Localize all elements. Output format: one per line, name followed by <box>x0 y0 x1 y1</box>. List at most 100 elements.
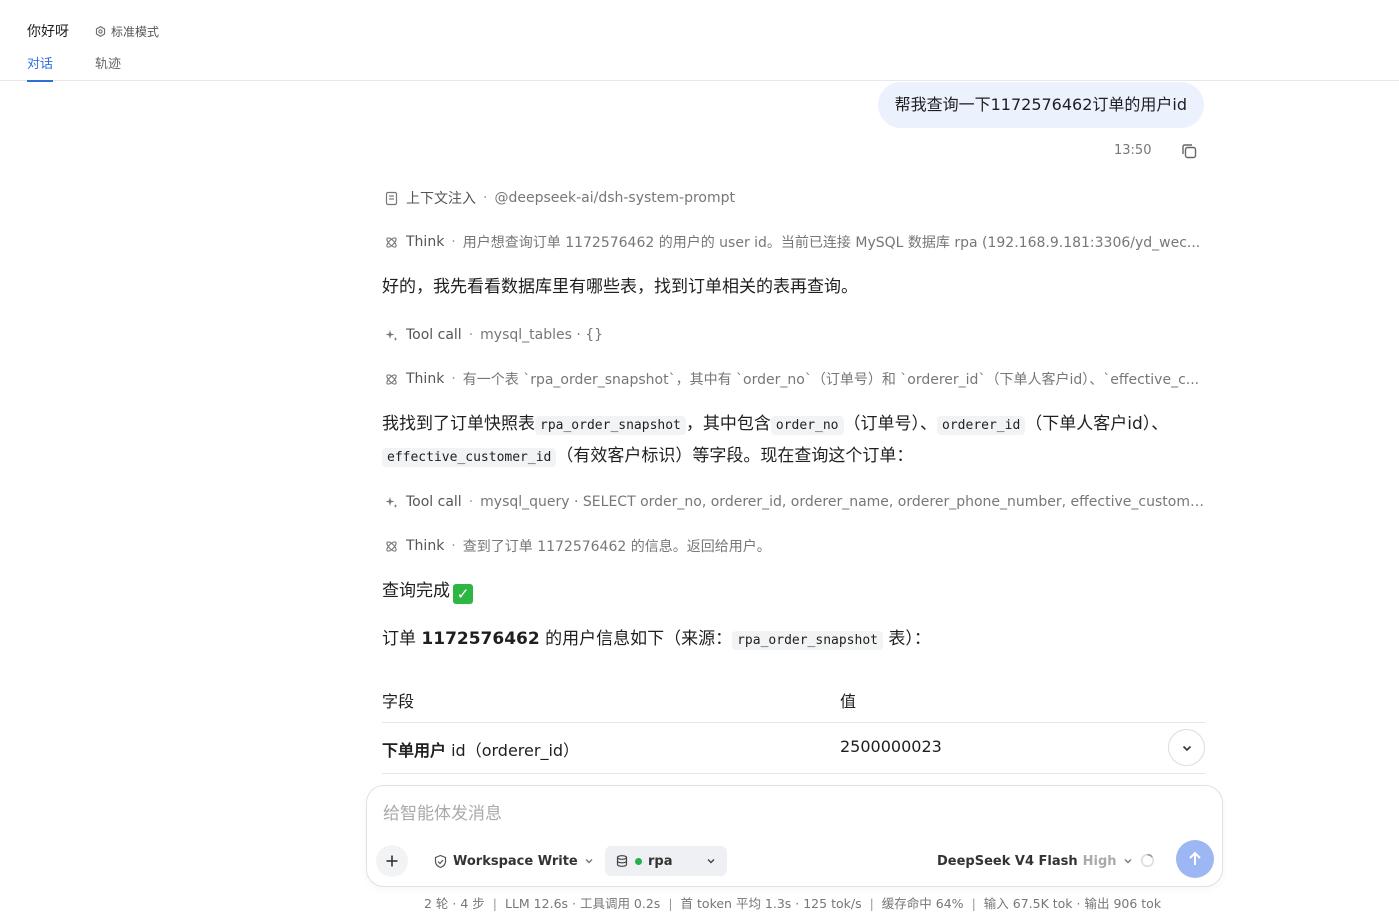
step-label: Think <box>406 538 445 554</box>
database-name: rpa <box>648 853 673 869</box>
user-message-bubble: 帮我查询一下1172576462订单的用户id <box>877 82 1204 128</box>
reply-text: （订单号）、 <box>843 414 938 434</box>
stat-item: 输入 67.5K tok · 输出 906 tok <box>983 896 1162 911</box>
tool-call-step-2[interactable]: Tool call · mysql_query · SELECT order_n… <box>384 492 1204 512</box>
summary-text: 的用户信息如下（来源： <box>539 629 733 649</box>
field-bold: 下单用户 <box>382 741 447 760</box>
step-separator: · <box>468 327 474 343</box>
step-separator: · <box>451 371 456 387</box>
think-step-2[interactable]: Think · 有一个表 `rpa_order_snapshot`，其中有 `o… <box>384 369 1204 389</box>
sparkle-icon <box>384 328 399 343</box>
tab-chat[interactable]: 对话 <box>27 53 54 82</box>
table-row: 下单用户 id（orderer_id） 2500000023 <box>382 723 1205 774</box>
inline-code: rpa_order_snapshot <box>535 416 686 435</box>
tab-trace[interactable]: 轨迹 <box>95 53 121 80</box>
chat-title: 你好呀 <box>27 24 69 40</box>
step-label: Tool call <box>406 494 462 510</box>
reply-text: ，其中包含 <box>685 414 771 434</box>
model-selector[interactable]: DeepSeek V4 Flash High <box>937 850 1134 872</box>
message-composer: Workspace Write rpa DeepSeek V4 Flash Hi… <box>366 785 1223 887</box>
add-attachment-button[interactable] <box>376 845 408 877</box>
column-header-field: 字段 <box>382 692 415 711</box>
message-input[interactable] <box>383 800 1183 828</box>
assistant-reply-2: 我找到了订单快照表 rpa_order_snapshot ，其中包含 order_no… <box>382 409 1197 473</box>
inline-code: rpa_order_snapshot <box>732 631 883 650</box>
summary-text: 订单 <box>382 629 422 649</box>
chevron-down-icon <box>705 855 717 867</box>
step-separator: · <box>451 234 456 250</box>
database-icon <box>615 854 629 868</box>
cell-field: 下单用户 id（orderer_id） <box>382 737 579 761</box>
workspace-label: Workspace Write <box>453 853 578 869</box>
stat-separator: | <box>492 896 497 911</box>
reply-text: 我找到了订单快照表 <box>382 414 535 434</box>
arrow-up-icon <box>1186 850 1204 868</box>
summary-text: 表）： <box>883 629 931 649</box>
tool-call-step-1[interactable]: Tool call · mysql_tables · {} <box>384 325 1204 345</box>
stat-item: LLM 12.6s · 工具调用 0.2s <box>505 896 661 911</box>
atom-icon <box>384 235 399 250</box>
reply-text: （有效客户标识）等字段。现在查询这个订单： <box>556 446 914 466</box>
mode-label: 标准模式 <box>111 25 160 39</box>
stat-separator: | <box>869 896 874 911</box>
chevron-down-icon <box>1122 855 1134 867</box>
think-step-1[interactable]: Think · 用户想查询订单 1172576462 的用户的 user id。… <box>384 232 1204 252</box>
atom-icon <box>384 539 399 554</box>
message-time: 13:50 <box>1114 143 1152 158</box>
plus-icon <box>384 853 400 869</box>
order-number: 1172576462 <box>421 629 540 649</box>
inline-code: effective_customer_id <box>382 448 557 467</box>
step-label: Tool call <box>406 327 462 343</box>
atom-icon <box>384 372 399 387</box>
inline-code: order_no <box>770 416 844 435</box>
step-detail: 有一个表 `rpa_order_snapshot`，其中有 `order_no`… <box>462 372 1200 388</box>
context-usage-ring-icon[interactable] <box>1140 853 1155 868</box>
done-label: 查询完成 <box>382 581 450 601</box>
step-detail: 用户想查询订单 1172576462 的用户的 user id。当前已连接 My… <box>462 235 1201 251</box>
table-header: 字段 值 <box>382 688 1205 723</box>
step-label: 上下文注入 <box>406 191 476 207</box>
cell-value: 2500000023 <box>840 737 942 756</box>
query-done-text: 查询完成 ✓ <box>382 576 1212 606</box>
step-label: Think <box>406 234 445 250</box>
column-header-value: 值 <box>840 692 857 711</box>
step-separator: · <box>468 494 474 510</box>
mode-icon <box>94 25 107 38</box>
copy-icon[interactable] <box>1180 142 1198 160</box>
connected-status-dot <box>635 857 642 865</box>
think-step-3[interactable]: Think · 查到了订单 1172576462 的信息。返回给用户。 <box>384 536 1204 556</box>
stat-separator: | <box>668 896 673 911</box>
shield-check-icon <box>433 854 448 869</box>
reasoning-level: High <box>1082 853 1117 869</box>
step-detail: mysql_query · SELECT order_no, orderer_i… <box>480 494 1204 510</box>
step-detail: 查到了订单 1172576462 的信息。返回给用户。 <box>462 539 771 555</box>
scroll-to-bottom-button[interactable] <box>1168 729 1205 766</box>
send-button[interactable] <box>1176 840 1214 878</box>
reply-text: （下单人客户id）、 <box>1025 414 1169 434</box>
chevron-down-icon <box>583 855 595 867</box>
stat-item: 2 轮 · 4 步 <box>424 896 485 911</box>
chat-header: 你好呀 标准模式 对话 轨迹 <box>0 0 1399 82</box>
model-name: DeepSeek V4 Flash <box>937 853 1078 869</box>
assistant-reply-1: 好的，我先看看数据库里有哪些表，找到订单相关的表再查询。 <box>382 277 858 297</box>
chevron-down-icon <box>1180 741 1194 755</box>
step-separator: · <box>451 538 456 554</box>
mode-indicator[interactable]: 标准模式 <box>94 23 159 40</box>
step-separator: · <box>483 190 488 206</box>
workspace-permission-selector[interactable]: Workspace Write <box>433 850 595 872</box>
step-detail: @deepseek-ai/dsh-system-prompt <box>494 190 736 206</box>
sparkle-icon <box>384 495 399 510</box>
context-injection-step[interactable]: 上下文注入 · @deepseek-ai/dsh-system-prompt <box>384 188 1204 208</box>
step-label: Think <box>406 371 445 387</box>
stat-separator: | <box>971 896 976 911</box>
session-stats: 2 轮 · 4 步 | LLM 12.6s · 工具调用 0.2s | 首 token … <box>424 893 1161 912</box>
step-detail: mysql_tables · {} <box>480 327 604 343</box>
result-summary: 订单 1172576462 的用户信息如下（来源： rpa_order_snaps… <box>382 624 1212 656</box>
check-mark-icon: ✓ <box>453 584 473 604</box>
stat-item: 缓存命中 64% <box>881 896 964 911</box>
database-selector[interactable]: rpa <box>605 846 727 876</box>
stat-item: 首 token 平均 1.3s · 125 tok/s <box>680 896 862 911</box>
document-icon <box>384 191 399 206</box>
inline-code: orderer_id <box>937 416 1026 435</box>
field-rest: id（orderer_id） <box>446 741 580 760</box>
